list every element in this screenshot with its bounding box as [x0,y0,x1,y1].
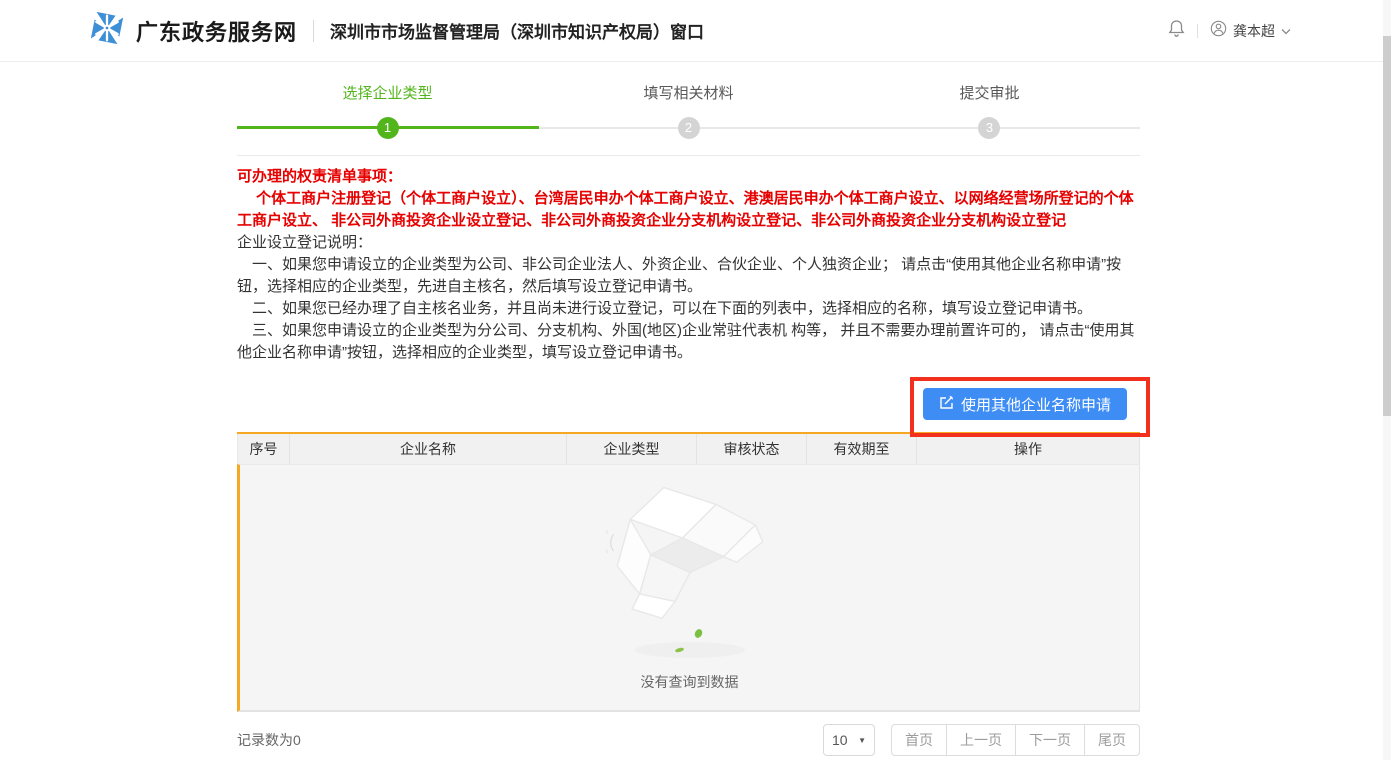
header-right-divider [1197,24,1198,38]
scrollbar-track[interactable] [1383,0,1391,760]
chevron-down-icon [1281,22,1291,40]
col-operation: 操作 [917,434,1140,464]
notice-title: 可办理的权责清单事项： [237,166,1140,188]
notice-item-2: 二、如果您已经办理了自主核名业务，并且尚未进行设立登记，可以在下面的列表中，选择… [237,298,1140,320]
action-row: 使用其他企业名称申请 [237,364,1140,432]
table-header-row: 序号 企业名称 企业类型 审核状态 有效期至 操作 [237,434,1140,464]
col-valid-until: 有效期至 [807,434,917,464]
top-header: 广东政务服务网 深圳市市场监督管理局（深圳市知识产权局）窗口 龚本超 [0,0,1391,62]
empty-shadow-ellipse [635,642,745,658]
step-dot-2: 2 [678,117,700,139]
select-caret-icon: ▼ [858,736,866,745]
step-label-submit-approval: 提交审批 [839,82,1140,103]
step-label-fill-materials: 填写相关材料 [538,82,839,103]
apply-button-label: 使用其他企业名称申请 [961,394,1111,415]
step-dot-1: 1 [377,117,399,139]
page-size-value: 10 [832,732,848,748]
notice-item-1: 一、如果您申请设立的企业类型为公司、非公司企业法人、外资企业、合伙企业、个人独资… [237,254,1140,298]
step-label-choose-type: 选择企业类型 [237,82,538,103]
pagination-last-button[interactable]: 尾页 [1084,724,1140,756]
scrollbar-thumb[interactable] [1383,36,1391,416]
main-content: 选择企业类型 填写相关材料 提交审批 1 2 3 可办理的权责清单事项： 个体工… [237,62,1140,756]
pagination: 首页 上一页 下一页 尾页 [891,724,1140,756]
pagination-first-button[interactable]: 首页 [891,724,947,756]
empty-green-dot [693,628,703,639]
col-enterprise-type: 企业类型 [567,434,697,464]
bell-icon[interactable] [1168,19,1185,43]
user-name: 龚本超 [1233,21,1275,41]
notice-red-body: 个体工商户注册登记（个体工商户设立）、台湾居民申办个体工商户设立、港澳居民申办个… [237,188,1140,232]
empty-box-illustration [606,482,774,627]
col-enterprise-name: 企业名称 [290,434,567,464]
edit-icon [939,395,954,414]
page-size-select[interactable]: 10 ▼ [823,724,875,756]
table-empty-body: 没有查询到数据 [237,464,1140,712]
empty-state-text: 没有查询到数据 [641,672,739,692]
col-serial: 序号 [237,434,290,464]
window-title: 深圳市市场监督管理局（深圳市知识产权局）窗口 [330,18,704,43]
stepper-divider [237,155,1140,156]
pagination-next-button[interactable]: 下一页 [1015,724,1085,756]
notice-intro: 企业设立登记说明： [237,232,1140,254]
site-name: 广东政务服务网 [136,15,297,47]
user-icon [1210,20,1227,42]
header-divider [313,20,314,42]
gdzwfw-logo-icon[interactable] [88,9,126,52]
notice-block: 可办理的权责清单事项： 个体工商户注册登记（个体工商户设立）、台湾居民申办个体工… [237,166,1140,364]
notice-item-3: 三、如果您申请设立的企业类型为分公司、分支机构、外国(地区)企业常驻代表机 构等… [237,320,1140,364]
table-footer: 记录数为0 10 ▼ 首页 上一页 下一页 尾页 [237,724,1140,756]
records-count: 记录数为0 [237,730,301,750]
wizard-stepper: 选择企业类型 填写相关材料 提交审批 1 2 3 [237,82,1140,156]
user-menu[interactable]: 龚本超 [1210,20,1291,42]
step-dot-3: 3 [978,117,1000,139]
pagination-prev-button[interactable]: 上一页 [946,724,1016,756]
enterprise-table: 序号 企业名称 企业类型 审核状态 有效期至 操作 [237,432,1140,712]
apply-other-name-button[interactable]: 使用其他企业名称申请 [923,388,1127,420]
col-review-status: 审核状态 [697,434,807,464]
